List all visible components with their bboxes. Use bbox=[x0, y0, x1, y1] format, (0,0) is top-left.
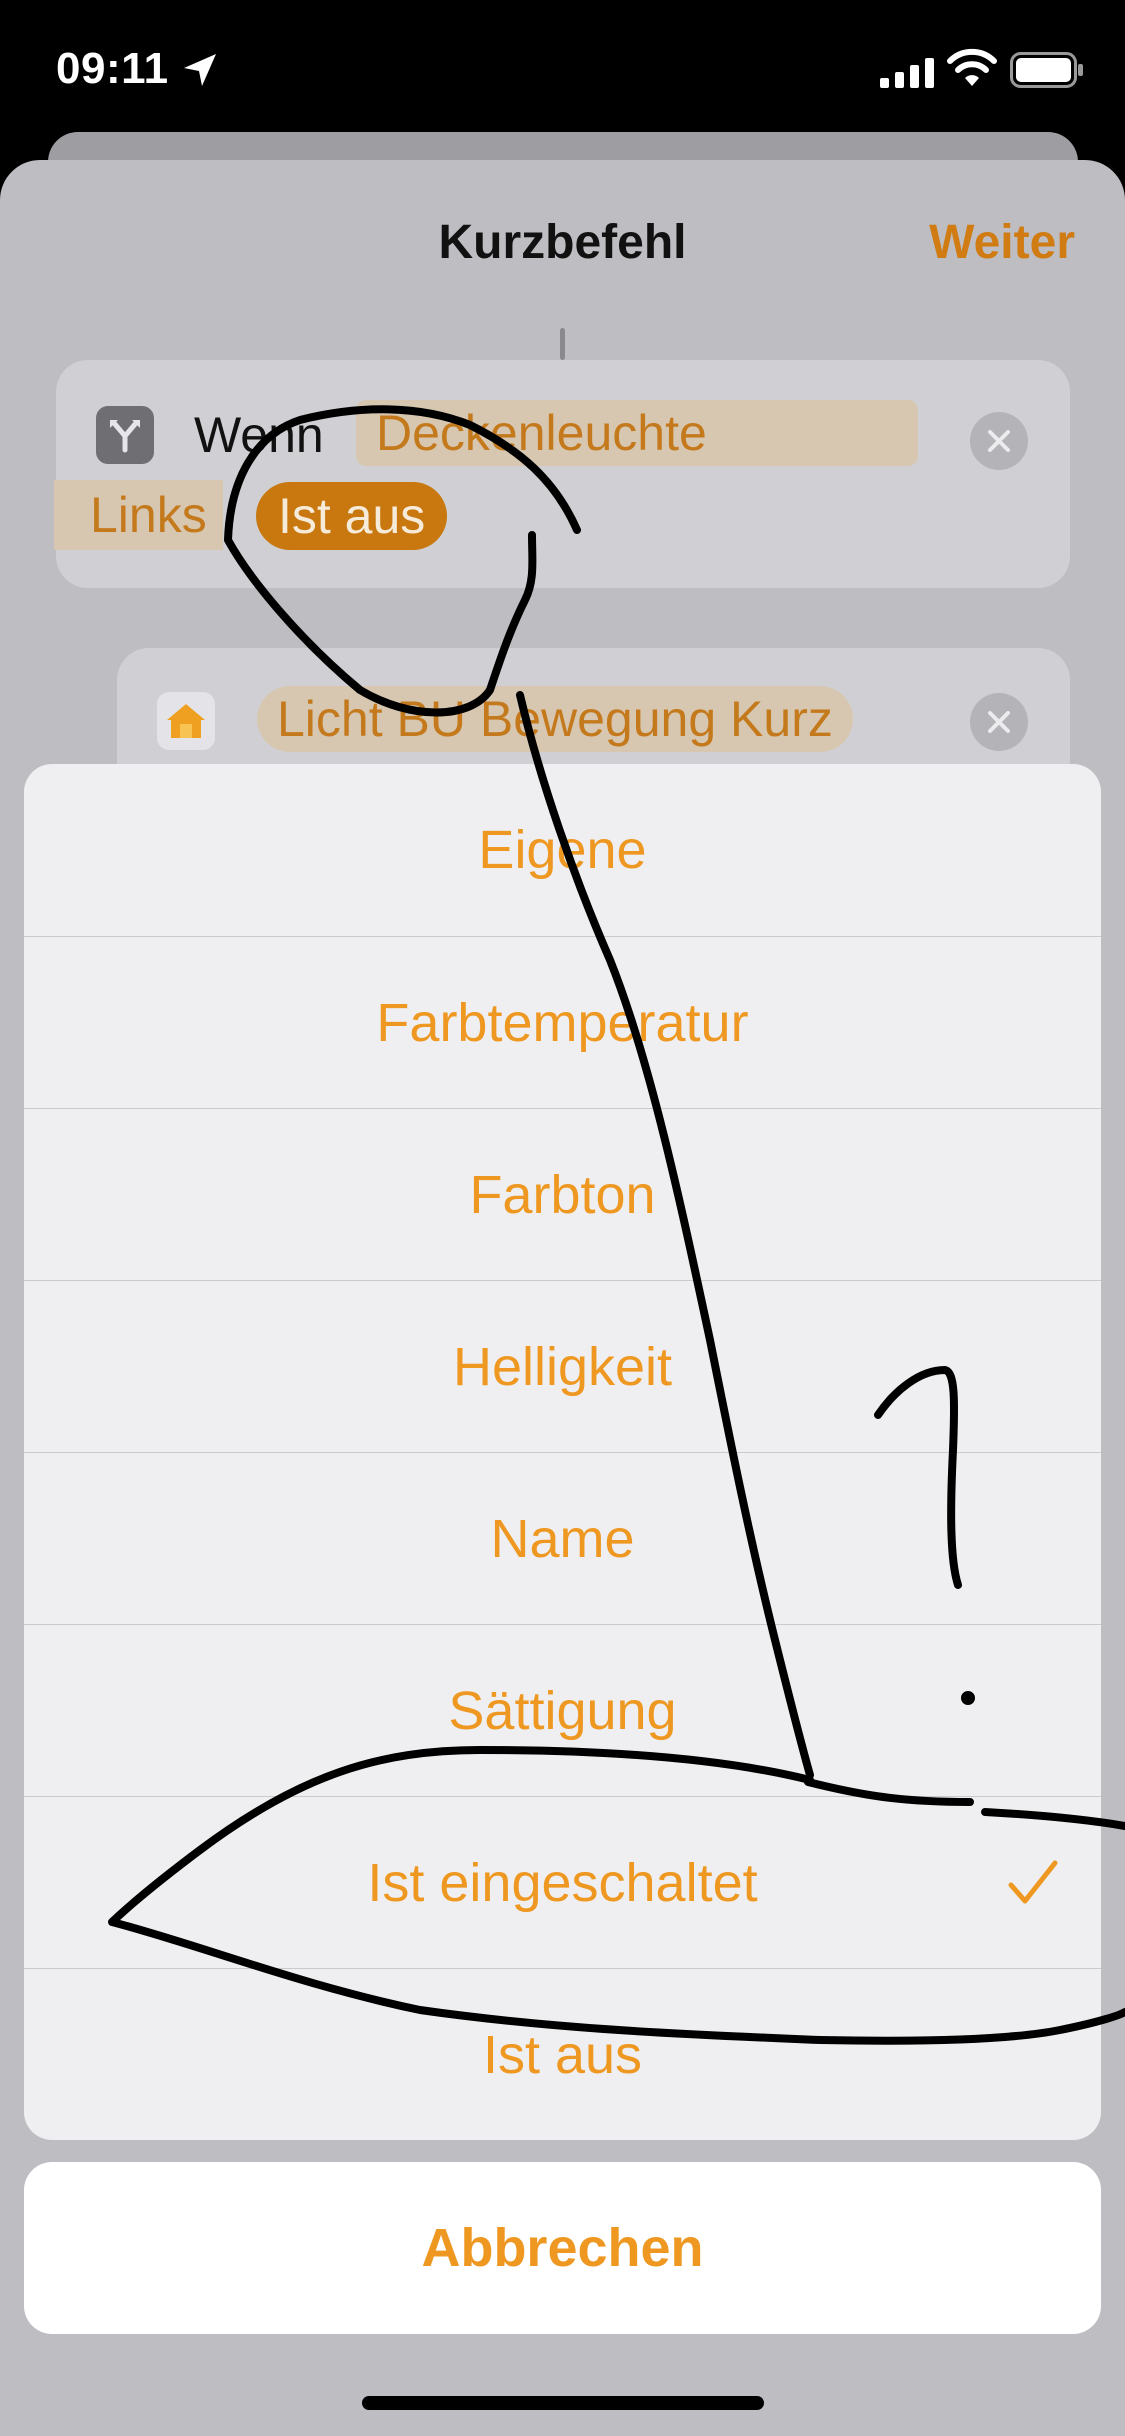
option-eigene[interactable]: Eigene bbox=[24, 764, 1101, 936]
remove-action-button[interactable] bbox=[970, 693, 1028, 751]
condition-token[interactable]: Ist aus bbox=[256, 482, 448, 550]
home-indicator bbox=[362, 2396, 764, 2410]
option-label: Ist eingeschaltet bbox=[367, 1853, 758, 1913]
close-icon bbox=[988, 711, 1010, 733]
close-icon bbox=[988, 430, 1010, 452]
if-branch-icon bbox=[96, 406, 154, 464]
next-button[interactable]: Weiter bbox=[929, 215, 1075, 270]
option-label: Helligkeit bbox=[452, 1337, 673, 1397]
option-label: Ist aus bbox=[482, 2025, 643, 2085]
option-farbtemperatur[interactable]: Farbtemperatur bbox=[24, 936, 1101, 1108]
checkmark-icon bbox=[1008, 1860, 1058, 1904]
status-bar: 09:11 bbox=[0, 0, 1125, 135]
if-action-card[interactable]: Wenn Deckenleuchte Links Ist aus bbox=[54, 360, 1070, 588]
option-label: Farbtemperatur bbox=[376, 993, 749, 1053]
home-icon bbox=[157, 692, 215, 750]
option-label: Farbton bbox=[469, 1165, 656, 1225]
scene-token[interactable]: Licht BU Bewegung Kurz bbox=[257, 686, 853, 752]
option-label: Name bbox=[490, 1509, 635, 1569]
cellular-signal-icon bbox=[880, 58, 934, 88]
battery-icon bbox=[1010, 52, 1083, 88]
home-action-card[interactable]: Licht BU Bewegung Kurz bbox=[117, 648, 1070, 768]
location-arrow-icon bbox=[184, 54, 216, 86]
option-label: Sättigung bbox=[448, 1681, 677, 1741]
device-token[interactable]: Deckenleuchte bbox=[356, 400, 918, 466]
option-ist-eingeschaltet[interactable]: Ist eingeschaltet bbox=[24, 1796, 1101, 1968]
option-ist-aus[interactable]: Ist aus bbox=[24, 1968, 1101, 2140]
if-label: Wenn bbox=[194, 407, 324, 463]
option-name[interactable]: Name bbox=[24, 1452, 1101, 1624]
status-time: 09:11 bbox=[56, 44, 169, 93]
option-farbton[interactable]: Farbton bbox=[24, 1108, 1101, 1280]
cancel-button[interactable]: Abbrechen bbox=[24, 2162, 1101, 2334]
wifi-icon bbox=[947, 48, 997, 86]
action-connector bbox=[560, 328, 565, 360]
option-label: Eigene bbox=[478, 820, 647, 880]
device-token-continued[interactable]: Links bbox=[54, 480, 223, 550]
option-saettigung[interactable]: Sättigung bbox=[24, 1624, 1101, 1796]
option-helligkeit[interactable]: Helligkeit bbox=[24, 1280, 1101, 1452]
options-action-sheet: Eigene Farbtemperatur Farbton Helligkeit… bbox=[24, 764, 1101, 2140]
remove-action-button[interactable] bbox=[970, 412, 1028, 470]
